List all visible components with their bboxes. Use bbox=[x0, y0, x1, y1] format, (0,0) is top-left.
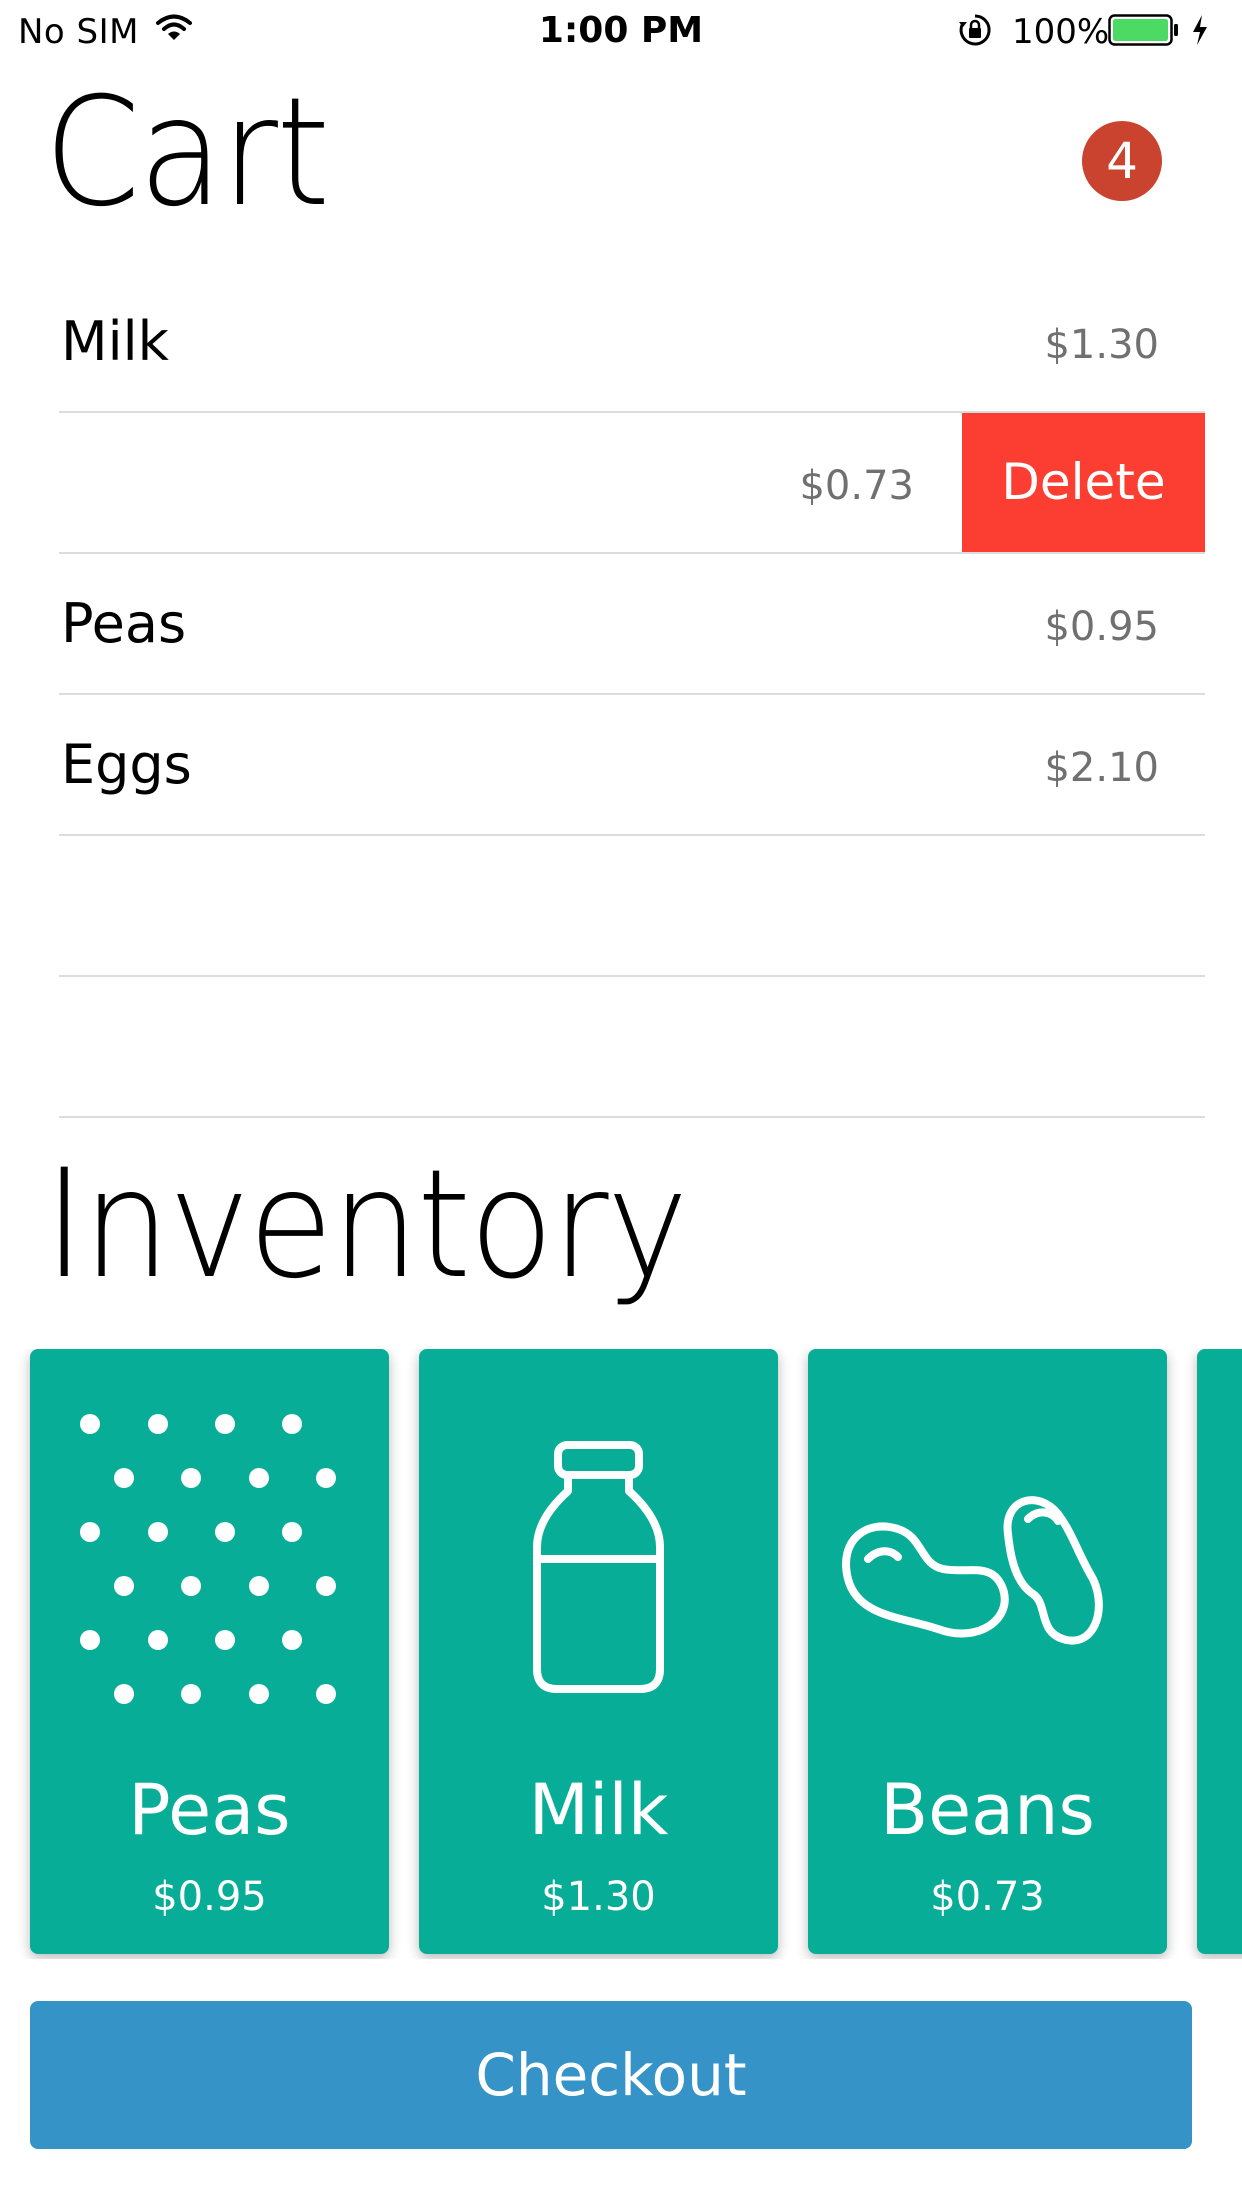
inventory-card-price: $1.30 bbox=[541, 1874, 656, 1920]
beans-icon bbox=[842, 1496, 1103, 1645]
inventory-card-beans[interactable]: Beans $0.73 bbox=[808, 1349, 1167, 1954]
inventory-card-milk[interactable]: Milk $1.30 bbox=[419, 1349, 778, 1954]
cart-row-milk[interactable]: Milk $1.30 bbox=[59, 272, 1205, 413]
cart-row-swiped[interactable]: $0.73 Delete bbox=[59, 413, 1205, 554]
inventory-card-name: Beans bbox=[880, 1769, 1095, 1851]
milk-bottle-icon bbox=[533, 1441, 664, 1693]
battery-icon bbox=[1108, 14, 1178, 46]
cart-item-price: $0.73 bbox=[799, 463, 914, 509]
cart-item-price: $1.30 bbox=[1044, 322, 1159, 368]
inventory-card-price: $0.73 bbox=[930, 1874, 1045, 1920]
cart-row-eggs[interactable]: Eggs $2.10 bbox=[59, 695, 1205, 836]
inventory-card-peas[interactable]: Peas $0.95 bbox=[30, 1349, 389, 1954]
cart-count-badge: 4 bbox=[1082, 121, 1162, 201]
cart-row-empty bbox=[59, 977, 1205, 1118]
cart-title: Cart bbox=[44, 66, 330, 240]
inventory-card-name: Milk bbox=[528, 1769, 669, 1851]
cart-item-price: $0.95 bbox=[1044, 604, 1159, 650]
inventory-card-price: $0.95 bbox=[152, 1874, 267, 1920]
cart-row-empty bbox=[59, 836, 1205, 977]
cart-row-peas[interactable]: Peas $0.95 bbox=[59, 554, 1205, 695]
cart-item-name: Peas bbox=[61, 592, 187, 655]
battery-percent: 100% bbox=[1012, 12, 1110, 52]
inventory-card-name: Peas bbox=[128, 1769, 291, 1851]
peas-icon bbox=[80, 1414, 336, 1704]
delete-button[interactable]: Delete bbox=[962, 413, 1205, 552]
checkout-button[interactable]: Checkout bbox=[30, 2001, 1192, 2149]
cart-list: Milk $1.30 $0.73 Delete Peas $0.95 Eggs … bbox=[59, 272, 1205, 1118]
lock-rotation-icon bbox=[959, 14, 991, 46]
status-bar: No SIM 1:00 PM 100% bbox=[0, 0, 1242, 60]
cart-item-price: $2.10 bbox=[1044, 745, 1159, 791]
inventory-title: Inventory bbox=[44, 1138, 688, 1312]
cart-item-name: Milk bbox=[61, 310, 169, 373]
inventory-carousel[interactable]: Peas $0.95 Milk $1.30 Beans $0.73 bbox=[0, 1349, 1242, 1959]
cart-item-name: Eggs bbox=[61, 733, 192, 796]
charging-icon bbox=[1193, 15, 1207, 45]
inventory-card-partial[interactable] bbox=[1197, 1349, 1242, 1954]
